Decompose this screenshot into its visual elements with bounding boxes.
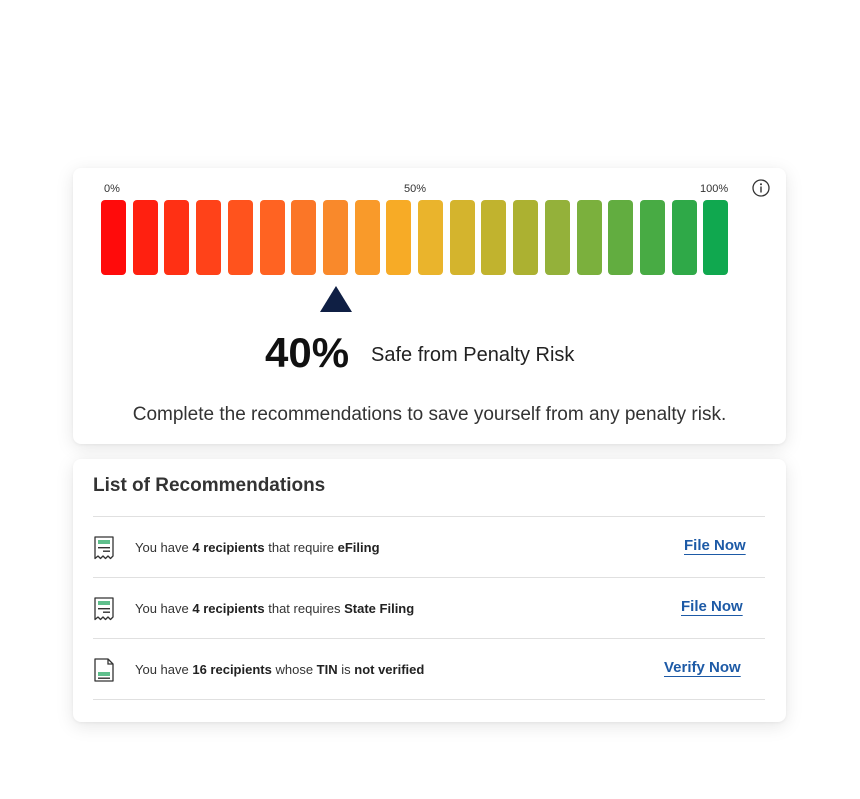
risk-status-label: Safe from Penalty Risk: [371, 344, 575, 366]
scale-label-max: 100%: [700, 183, 729, 195]
recommendation-text: You have 4 recipients that requires Stat…: [135, 601, 415, 616]
recommendation-row: You have 16 recipients whose TIN is not …: [93, 639, 765, 699]
gauge-segment: [260, 200, 285, 275]
risk-percent: 40%: [265, 329, 350, 376]
recommendations-card: List of Recommendations You have 4 recip…: [73, 459, 786, 722]
recommendations-title: List of Recommendations: [93, 475, 326, 496]
gauge-segment: [101, 200, 126, 275]
receipt-icon: [94, 597, 114, 621]
divider: [93, 699, 765, 700]
scale-label-mid: 50%: [404, 183, 427, 195]
gauge-segment: [228, 200, 253, 275]
instruction-text: Complete the recommendations to save you…: [132, 404, 727, 425]
gauge-segment: [355, 200, 380, 275]
gauge-segment: [386, 200, 411, 275]
gauge-segments: [101, 200, 731, 275]
document-icon: [94, 658, 114, 682]
verify-now-link[interactable]: Verify Now: [664, 659, 741, 676]
gauge-segment: [703, 200, 728, 275]
gauge-segment: [323, 200, 348, 275]
gauge-segment: [640, 200, 665, 275]
gauge-segment: [164, 200, 189, 275]
recommendation-row: You have 4 recipients that requires Stat…: [93, 578, 765, 638]
gauge-segment: [577, 200, 602, 275]
gauge-pointer-icon: [320, 286, 352, 312]
file-now-link[interactable]: File Now: [684, 537, 746, 554]
gauge-segment: [672, 200, 697, 275]
scale-label-min: 0%: [104, 183, 120, 195]
gauge-segment: [418, 200, 443, 275]
receipt-icon: [94, 536, 114, 560]
recommendation-row: You have 4 recipients that require eFili…: [93, 517, 765, 577]
recommendation-text: You have 16 recipients whose TIN is not …: [135, 662, 425, 677]
gauge-segment: [608, 200, 633, 275]
gauge-segment: [196, 200, 221, 275]
gauge-segment: [513, 200, 538, 275]
gauge-segment: [291, 200, 316, 275]
gauge-segment: [450, 200, 475, 275]
info-icon[interactable]: [752, 179, 770, 197]
file-now-link[interactable]: File Now: [681, 598, 743, 615]
gauge-segment: [481, 200, 506, 275]
risk-gauge-card: 0% 50% 100% 40% Safe from Penalty Risk C…: [73, 168, 786, 444]
gauge-segment: [133, 200, 158, 275]
gauge-segment: [545, 200, 570, 275]
recommendation-text: You have 4 recipients that require eFili…: [135, 540, 380, 555]
